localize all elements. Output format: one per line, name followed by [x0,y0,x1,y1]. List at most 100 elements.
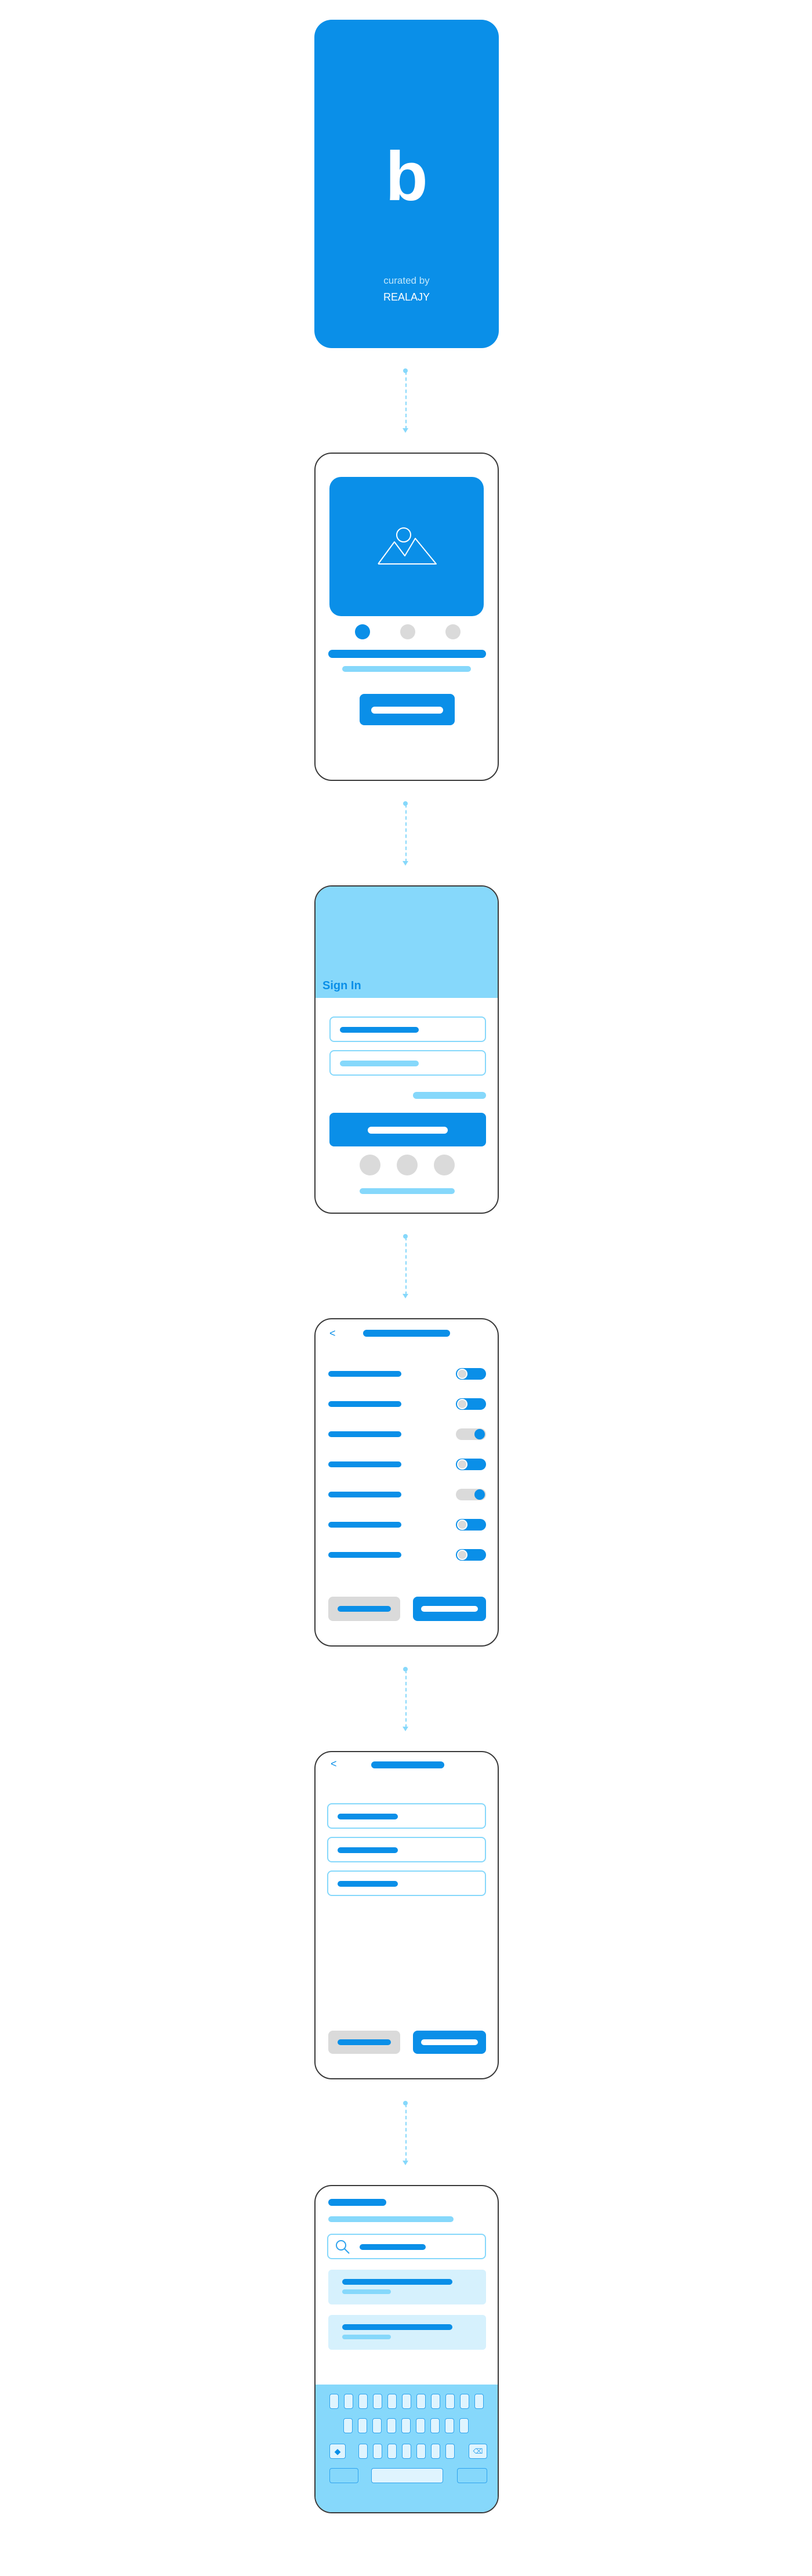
keyboard-key[interactable] [445,2418,454,2433]
pager-dot-active[interactable] [355,624,370,639]
password-field[interactable] [329,1050,486,1076]
social-login-button[interactable] [360,1155,380,1175]
submit-button-label-placeholder [421,2039,478,2045]
search-screen: ◆ ⌫ [314,2185,499,2513]
form-title-placeholder [371,1761,444,1768]
form-field[interactable] [327,1803,486,1829]
search-query-placeholder [360,2244,426,2250]
connector-dot [403,1234,408,1239]
form-field[interactable] [327,1871,486,1896]
flow-connector [403,1234,408,1298]
social-login-button[interactable] [434,1155,455,1175]
password-placeholder [340,1061,419,1066]
setting-toggle[interactable] [456,1549,486,1561]
setting-label-placeholder [328,1492,401,1497]
keyboard-key[interactable] [416,2444,426,2459]
keyboard-key[interactable] [445,2444,455,2459]
keyboard-key[interactable] [416,2394,426,2409]
setting-label-placeholder [328,1461,401,1467]
continue-button[interactable] [360,694,455,725]
onboarding-screen [314,453,499,781]
cancel-button[interactable] [328,1597,400,1621]
settings-screen: < [314,1318,499,1647]
keyboard-key[interactable] [474,2394,484,2409]
search-result-item[interactable] [328,2270,486,2304]
search-input[interactable] [327,2234,486,2259]
result-subtitle-placeholder [342,2289,391,2294]
setting-toggle[interactable] [456,1398,486,1410]
keyboard-key[interactable] [402,2394,411,2409]
connector-arrow-icon [403,861,408,866]
mode-switch-key[interactable] [329,2468,358,2483]
connector-dot [403,1667,408,1671]
search-title-placeholder [328,2199,386,2206]
form-field-placeholder [338,1814,398,1819]
setting-toggle[interactable] [456,1519,486,1531]
space-key[interactable] [371,2468,443,2483]
cancel-button[interactable] [328,2031,400,2054]
username-placeholder [340,1027,419,1033]
keyboard-key[interactable] [358,2394,368,2409]
setting-toggle[interactable] [456,1428,486,1440]
forgot-password-link[interactable] [413,1092,486,1099]
toggle-knob [457,1459,467,1470]
keyboard-key[interactable] [343,2418,353,2433]
headline-placeholder [328,650,486,658]
keyboard-key[interactable] [373,2394,382,2409]
keyboard-key[interactable] [431,2444,440,2459]
social-login-button[interactable] [397,1155,418,1175]
setting-toggle[interactable] [456,1368,486,1380]
keyboard-key[interactable] [445,2394,455,2409]
keyboard-key[interactable] [387,2444,397,2459]
setting-label-placeholder [328,1431,401,1437]
keyboard-key[interactable] [372,2418,382,2433]
keyboard-key[interactable] [416,2418,425,2433]
keyboard-key[interactable] [344,2394,353,2409]
splash-screen: b curated by REALAJY [314,20,499,348]
setting-toggle[interactable] [456,1489,486,1500]
keyboard-key[interactable] [387,2394,397,2409]
cancel-button-label-placeholder [338,1606,391,1612]
keyboard-key[interactable] [402,2444,411,2459]
back-icon[interactable]: < [329,1327,336,1340]
app-logo: b [385,138,428,215]
cancel-button-label-placeholder [338,2039,391,2045]
username-field[interactable] [329,1016,486,1042]
toggle-knob [457,1399,467,1409]
keyboard-key[interactable] [431,2394,440,2409]
keyboard-key[interactable] [358,2418,367,2433]
shift-key[interactable]: ◆ [329,2444,346,2459]
keyboard-key[interactable] [358,2444,368,2459]
setting-label-placeholder [328,1401,401,1407]
settings-title-placeholder [363,1330,450,1337]
connector-dot [403,2101,408,2105]
keyboard: ◆ ⌫ [316,2385,498,2512]
return-key[interactable] [457,2468,487,2483]
flow-connector [403,801,408,866]
save-button[interactable] [413,1597,486,1621]
signup-link[interactable] [360,1188,455,1194]
keyboard-key[interactable] [373,2444,382,2459]
connector-arrow-icon [403,1294,408,1298]
flow-connector [403,2101,408,2165]
save-button-label-placeholder [421,1606,478,1612]
author-label: REALAJY [383,291,430,303]
submit-button[interactable] [413,2031,486,2054]
form-field[interactable] [327,1837,486,1862]
back-icon[interactable]: < [331,1758,337,1770]
keyboard-key[interactable] [430,2418,440,2433]
keyboard-key[interactable] [401,2418,411,2433]
pager-dot[interactable] [445,624,461,639]
keyboard-key[interactable] [460,2394,469,2409]
search-result-item[interactable] [328,2315,486,2350]
connector-arrow-icon [403,428,408,433]
flow-connector [403,1667,408,1731]
keyboard-key[interactable] [459,2418,469,2433]
keyboard-key[interactable] [329,2394,339,2409]
signin-button[interactable] [329,1113,486,1146]
toggle-knob [474,1429,485,1439]
pager-dot[interactable] [400,624,415,639]
backspace-key[interactable]: ⌫ [469,2444,487,2459]
setting-toggle[interactable] [456,1459,486,1470]
keyboard-key[interactable] [387,2418,396,2433]
